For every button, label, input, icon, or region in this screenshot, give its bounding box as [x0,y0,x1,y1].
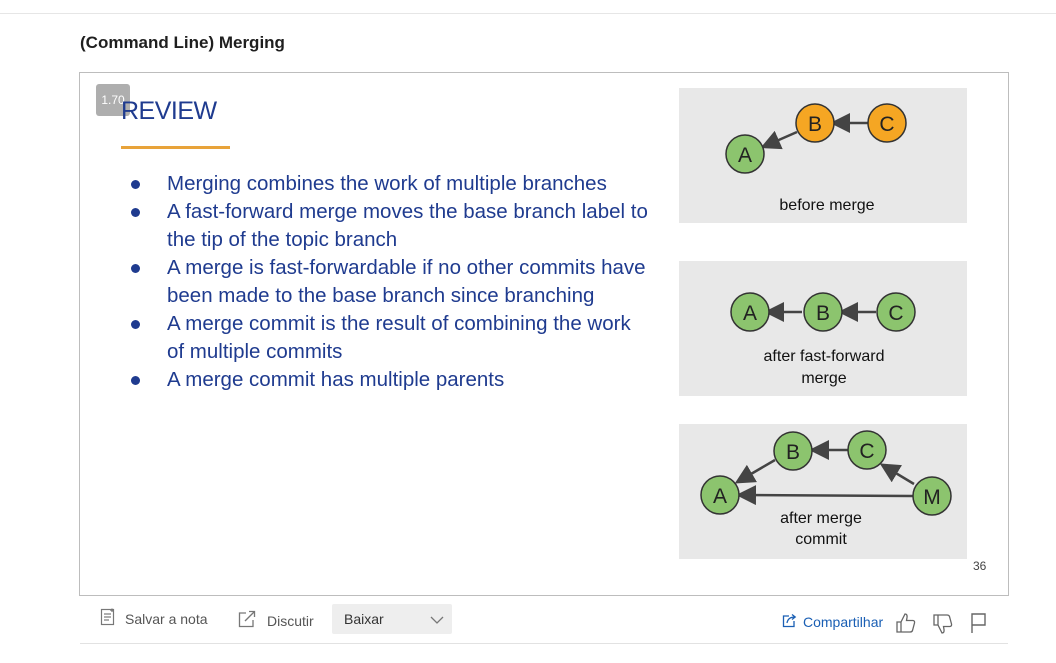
video-slide[interactable]: 1.70 REVIEW Merging combines the work of… [79,72,1009,596]
flag-icon[interactable] [969,612,989,639]
share-label: Compartilhar [803,614,884,630]
diagram-merge-commit: B C A M after merge commit [679,424,967,559]
page-title: (Command Line) Merging [80,33,285,52]
node-label: B [816,302,830,325]
discuss-label: Discutir [267,612,314,629]
node-label: C [859,440,874,463]
save-note-label: Salvar a nota [125,610,208,627]
bullet-item: A fast-forward merge moves the base bran… [128,198,648,254]
note-icon [99,608,117,629]
slide-number: 36 [973,559,987,573]
bottom-divider [80,643,1008,644]
diagram-caption: after fast-forward [764,348,885,365]
node-label: A [738,144,752,167]
bullet-list: Merging combines the work of multiple br… [128,170,648,394]
bullet-item: Merging combines the work of multiple br… [128,170,648,198]
save-note-button[interactable]: Salvar a nota [99,608,208,629]
heading-underline [121,146,230,149]
bullet-dot [131,208,140,217]
chevron-down-icon [430,613,444,631]
diagram-caption: commit [795,531,847,548]
diagram-caption: before merge [779,197,874,214]
thumbs-down-icon[interactable] [932,613,954,640]
node-label: B [808,113,822,136]
bullet-item: A merge commit is the result of combinin… [128,310,648,366]
thumbs-up-icon[interactable] [895,612,917,639]
share-icon [782,613,797,631]
bullet-text: A merge is fast-forwardable if no other … [167,256,646,307]
node-label: A [713,485,727,508]
bullet-item: A merge commit has multiple parents [128,366,648,394]
diagram-fast-forward: A B C after fast-forward merge [679,261,967,396]
bullet-text: A merge commit has multiple parents [167,368,505,391]
discuss-icon [237,609,257,632]
node-label: M [923,486,941,509]
node-label: B [786,441,800,464]
node-label: C [888,302,903,325]
bullet-text: A merge commit is the result of combinin… [167,312,631,363]
share-button[interactable]: Compartilhar [782,613,883,631]
download-select[interactable]: Baixar [332,604,452,634]
action-bar: Salvar a nota Discutir Baixar Compartilh… [80,600,1008,643]
slide-heading: REVIEW [121,97,217,125]
bullet-dot [131,264,140,273]
discuss-button[interactable]: Discutir [237,609,314,632]
bullet-dot [131,180,140,189]
node-label: C [879,113,894,136]
top-divider [0,13,1056,14]
bullet-item: A merge is fast-forwardable if no other … [128,254,648,310]
diagram-caption: merge [801,370,846,387]
bullet-text: Merging combines the work of multiple br… [167,172,607,195]
diagram-caption: after merge [780,510,862,527]
node-label: A [743,302,757,325]
bullet-dot [131,376,140,385]
download-select-value: Baixar [344,611,384,627]
bullet-text: A fast-forward merge moves the base bran… [167,200,648,251]
bullet-dot [131,320,140,329]
diagram-before-merge: B C A before merge [679,88,967,223]
